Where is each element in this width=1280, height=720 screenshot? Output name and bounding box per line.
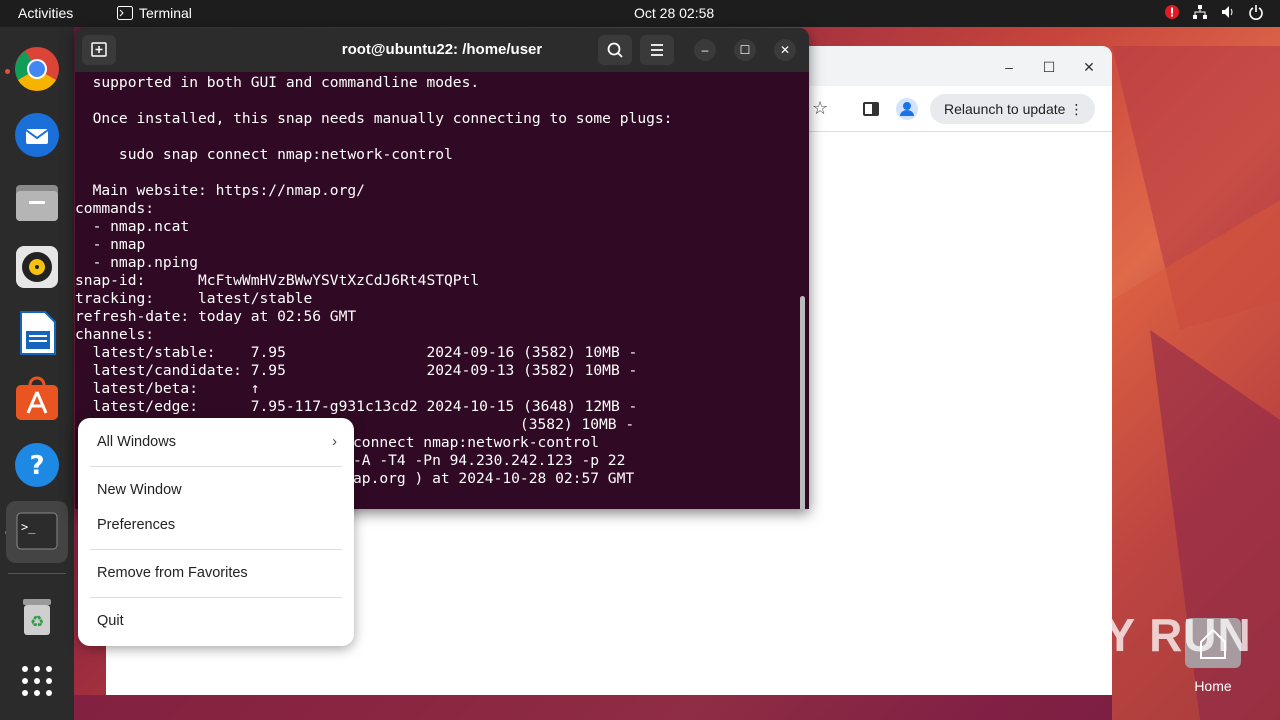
top-bar: Activities Terminal Oct 28 02:58 <box>0 0 1280 27</box>
terminal-line: - nmap.ncat <box>75 218 190 235</box>
running-indicator <box>5 69 10 74</box>
hamburger-icon <box>651 44 663 56</box>
clock[interactable]: Oct 28 02:58 <box>634 5 714 21</box>
more-menu-icon[interactable]: ⋮ <box>1069 94 1083 124</box>
menu-item-quit[interactable]: Quit <box>97 610 337 632</box>
menu-separator <box>90 549 342 550</box>
terminal-line: latest/candidate: 7.95 2024-09-13 (3582)… <box>75 362 638 379</box>
terminal-line: latest/edge: 7.95-117-g931c13cd2 2024-10… <box>75 398 638 415</box>
network-icon[interactable] <box>1192 4 1208 20</box>
power-icon[interactable] <box>1248 4 1264 20</box>
dock-separator <box>8 573 66 574</box>
terminal-line: latest/stable: 7.95 2024-09-16 (3582) 10… <box>75 344 638 361</box>
chevron-right-icon: › <box>332 434 337 450</box>
activities-button[interactable]: Activities <box>18 5 73 21</box>
app-menu-terminal[interactable]: Terminal <box>117 5 192 21</box>
dock-trash-icon[interactable]: ♻ <box>13 591 61 639</box>
terminal-line: Once installed, this snap needs manually… <box>75 110 673 127</box>
terminal-line: latest/beta: ↑ <box>75 380 260 397</box>
bookmark-star-icon[interactable]: ☆ <box>812 98 828 119</box>
dock-writer-icon[interactable] <box>13 309 61 357</box>
app-name: Terminal <box>139 5 192 21</box>
minimize-icon[interactable]: – <box>999 57 1019 77</box>
dock-thunderbird-icon[interactable] <box>13 111 61 159</box>
search-icon <box>607 42 623 58</box>
menu-separator <box>90 597 342 598</box>
menu-item-remove-from-favorites[interactable]: Remove from Favorites <box>97 562 337 584</box>
terminal-line: sudo snap connect nmap:network-control <box>75 146 453 163</box>
dock-context-menu: All Windows › New Window Preferences Rem… <box>78 418 354 646</box>
menu-item-label: All Windows <box>97 434 176 450</box>
terminal-line: refresh-date: today at 02:56 GMT <box>75 308 357 325</box>
terminal-line: snap-id: McFtwWmHVzBWwYSVtXzCdJ6Rt4STQPt… <box>75 272 480 289</box>
minimize-icon[interactable]: – <box>694 39 716 61</box>
svg-text:>_: >_ <box>21 520 36 534</box>
close-icon[interactable]: ✕ <box>774 39 796 61</box>
alert-icon[interactable] <box>1164 4 1180 20</box>
profile-icon[interactable] <box>896 98 918 120</box>
dock-rhythmbox-icon[interactable] <box>13 243 61 291</box>
terminal-line: supported in both GUI and commandline mo… <box>75 74 480 91</box>
terminal-line: - nmap.nping <box>75 254 199 271</box>
terminal-scrollbar[interactable] <box>800 296 805 509</box>
terminal-line: - nmap <box>75 236 146 253</box>
terminal-line: tracking: latest/stable <box>75 290 313 307</box>
system-tray[interactable] <box>1164 4 1264 20</box>
relaunch-to-update-button[interactable]: Relaunch to update ⋮ <box>930 94 1096 124</box>
dock-help-icon[interactable]: ? <box>13 441 61 489</box>
dock-software-icon[interactable] <box>13 375 61 423</box>
home-folder-label[interactable]: Home <box>1185 678 1241 694</box>
dock-chrome-icon[interactable] <box>13 45 61 93</box>
dock-files-icon[interactable] <box>13 177 61 225</box>
maximize-icon[interactable]: ☐ <box>1039 57 1059 77</box>
search-button[interactable] <box>598 35 632 65</box>
anyrun-watermark: ANY RUN <box>1036 609 1252 661</box>
maximize-icon[interactable]: ☐ <box>734 39 756 61</box>
volume-icon[interactable] <box>1220 4 1236 20</box>
terminal-icon <box>117 6 133 20</box>
relaunch-label: Relaunch to update <box>944 101 1066 117</box>
terminal-line: commands: <box>75 200 155 217</box>
menu-item-all-windows[interactable]: All Windows › <box>97 431 337 453</box>
dock-terminal-icon[interactable]: >_ <box>6 501 68 563</box>
terminal-line: channels: <box>75 326 155 343</box>
close-icon[interactable]: ✕ <box>1079 57 1099 77</box>
show-apps-grid-icon[interactable] <box>13 657 61 705</box>
menu-item-new-window[interactable]: New Window <box>97 479 337 501</box>
svg-text:♻: ♻ <box>30 614 44 631</box>
side-panel-icon[interactable] <box>863 101 879 117</box>
terminal-line: Main website: https://nmap.org/ <box>75 182 365 199</box>
dock: ? >_ ♻ <box>0 27 74 720</box>
svg-text:?: ? <box>29 451 44 481</box>
menu-item-preferences[interactable]: Preferences <box>97 514 337 536</box>
hamburger-menu-button[interactable] <box>640 35 674 65</box>
terminal-titlebar[interactable]: root@ubuntu22: /home/user – ☐ ✕ <box>75 28 809 72</box>
menu-separator <box>90 466 342 467</box>
